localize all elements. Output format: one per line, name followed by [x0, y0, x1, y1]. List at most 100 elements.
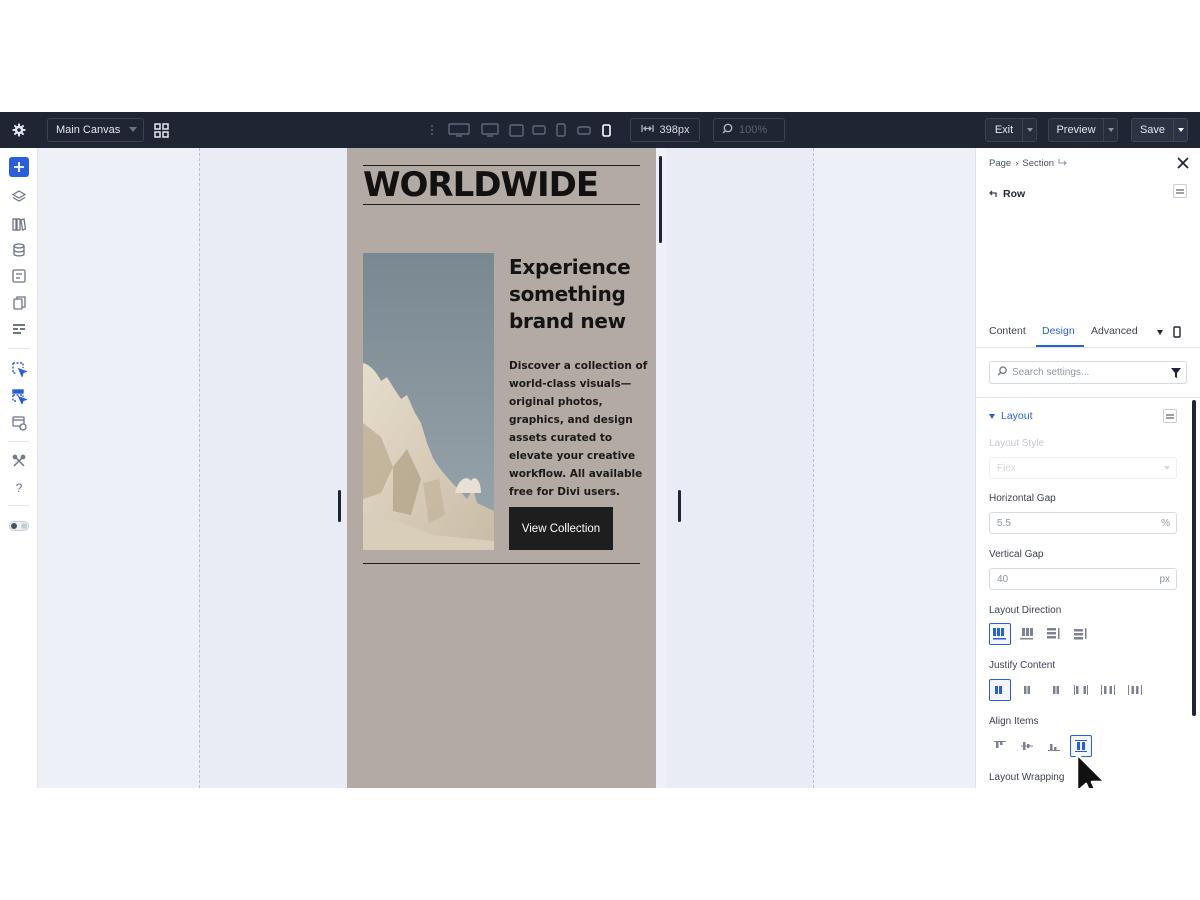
page-preview[interactable]: WORLDWIDE Experience something brand new…	[347, 148, 656, 788]
justify-content-options	[989, 679, 1146, 701]
vertical-gap-unit[interactable]: px	[1159, 574, 1170, 585]
view-collection-label: View Collection	[521, 522, 601, 535]
widescreen-icon[interactable]	[447, 120, 471, 140]
tablet-landscape-icon[interactable]	[508, 120, 524, 140]
layout-style-value: Flex	[997, 462, 1016, 474]
search-placeholder: Search settings...	[1012, 367, 1090, 378]
horizontal-gap-unit[interactable]: %	[1161, 518, 1170, 529]
align-items-label: Align Items	[989, 716, 1039, 727]
tabs-dropdown-icon[interactable]	[1157, 330, 1163, 335]
direction-row-reverse-icon[interactable]	[1016, 623, 1038, 645]
layout-style-select: Flex	[989, 457, 1177, 479]
view-collection-button[interactable]: View Collection	[509, 507, 613, 550]
search-zoom-icon	[722, 123, 733, 137]
layout-style-label: Layout Style	[989, 438, 1045, 449]
toolbar-divider	[8, 441, 30, 442]
left-toolbar: ?	[0, 148, 38, 788]
align-start-icon[interactable]	[989, 735, 1011, 757]
phone-icon[interactable]	[600, 120, 612, 140]
settings-gear-icon[interactable]	[9, 120, 29, 140]
select-element-icon[interactable]	[9, 359, 29, 379]
tab-advanced[interactable]: Advanced	[1091, 325, 1138, 337]
justify-end-icon[interactable]	[1043, 679, 1065, 701]
exit-button[interactable]: Exit	[985, 118, 1023, 142]
tabs-divider	[976, 347, 1200, 348]
justify-space-evenly-icon[interactable]	[1124, 679, 1146, 701]
caret-down-icon	[989, 413, 995, 419]
tab-content[interactable]: Content	[989, 325, 1026, 337]
more-vertical-icon[interactable]	[428, 120, 436, 140]
multi-select-icon[interactable]	[9, 386, 29, 406]
canvas-width-field[interactable]: 398px	[630, 118, 700, 142]
align-center-icon[interactable]	[1016, 735, 1038, 757]
layout-group-header[interactable]: Layout	[989, 410, 1033, 422]
chevron-down-icon	[129, 127, 137, 132]
justify-space-between-icon[interactable]	[1070, 679, 1092, 701]
page-headline[interactable]: WORLDWIDE	[363, 166, 599, 204]
device-phone-icon[interactable]	[1173, 325, 1181, 343]
breadcrumb-page[interactable]: Page	[989, 158, 1011, 169]
form-fields-icon[interactable]	[9, 266, 29, 286]
vertical-gap-label: Vertical Gap	[989, 549, 1044, 560]
canvas-gutter	[666, 148, 814, 788]
zoom-field[interactable]: 100%	[713, 118, 785, 142]
resize-handle-right[interactable]	[678, 490, 681, 522]
tablet-icon[interactable]	[531, 120, 547, 140]
responsive-settings-icon[interactable]	[9, 413, 29, 433]
group-options-icon[interactable]	[1163, 409, 1177, 423]
page-scrollbar[interactable]	[659, 156, 662, 243]
help-icon[interactable]: ?	[9, 478, 29, 498]
tab-advanced-label: Advanced	[1091, 325, 1138, 337]
justify-content-label: Justify Content	[989, 660, 1056, 671]
tools-icon[interactable]	[9, 451, 29, 471]
direction-row-icon[interactable]	[989, 623, 1011, 645]
resize-handle-left[interactable]	[338, 490, 341, 522]
database-icon[interactable]	[9, 240, 29, 260]
breadcrumb-section[interactable]: Section	[1022, 158, 1054, 169]
layout-group-title: Layout	[1001, 410, 1033, 422]
back-arrow-icon[interactable]	[989, 185, 998, 203]
theme-toggle-icon[interactable]	[9, 516, 29, 536]
canvas-select[interactable]: Main Canvas	[47, 118, 144, 142]
tab-design[interactable]: Design	[1042, 325, 1075, 337]
templates-icon[interactable]	[9, 319, 29, 339]
panel-scrollbar[interactable]	[1192, 400, 1196, 716]
direction-column-reverse-icon[interactable]	[1070, 623, 1092, 645]
phone-landscape-icon[interactable]	[554, 120, 568, 140]
element-options-icon[interactable]	[1173, 184, 1187, 198]
library-icon[interactable]	[9, 214, 29, 234]
save-button[interactable]: Save	[1131, 118, 1174, 142]
vertical-gap-input[interactable]: 40 px	[989, 568, 1177, 590]
layers-icon[interactable]	[9, 187, 29, 207]
layout-wrapping-label: Layout Wrapping	[989, 772, 1065, 783]
chevron-down-icon	[1107, 128, 1114, 132]
close-icon[interactable]	[1177, 156, 1191, 170]
direction-column-icon[interactable]	[1043, 623, 1065, 645]
search-settings-field[interactable]: Search settings...	[989, 361, 1187, 384]
justify-center-icon[interactable]	[1016, 679, 1038, 701]
canvas-width-value: 398px	[659, 124, 690, 136]
save-options-button[interactable]	[1174, 118, 1188, 142]
preview-options-button[interactable]	[1104, 118, 1118, 142]
filter-icon[interactable]	[1171, 368, 1181, 381]
add-icon[interactable]	[9, 157, 29, 177]
pages-icon[interactable]	[9, 293, 29, 313]
breadcrumb-separator: ›	[1015, 158, 1019, 169]
hero-image[interactable]	[363, 253, 494, 550]
justify-start-icon[interactable]	[989, 679, 1011, 701]
phone-wide-icon[interactable]	[576, 120, 592, 140]
builder-canvas[interactable]: WORLDWIDE Experience something brand new…	[38, 148, 975, 788]
align-end-icon[interactable]	[1043, 735, 1065, 757]
justify-space-around-icon[interactable]	[1097, 679, 1119, 701]
save-button-label: Save	[1139, 124, 1166, 136]
builder-app: Main Canvas 398px 100% Exit Preview Save…	[0, 112, 1200, 788]
desktop-icon[interactable]	[480, 120, 500, 140]
exit-options-button[interactable]	[1023, 118, 1037, 142]
page-heading[interactable]: Experience something brand new	[509, 254, 649, 335]
page-description[interactable]: Discover a collection of world-class vis…	[509, 357, 649, 501]
horizontal-gap-input[interactable]: 5.5 %	[989, 512, 1177, 534]
canvas-grid-icon[interactable]	[151, 120, 171, 140]
column-guide	[813, 148, 814, 788]
preview-button[interactable]: Preview	[1048, 118, 1104, 142]
search-divider	[976, 397, 1200, 398]
